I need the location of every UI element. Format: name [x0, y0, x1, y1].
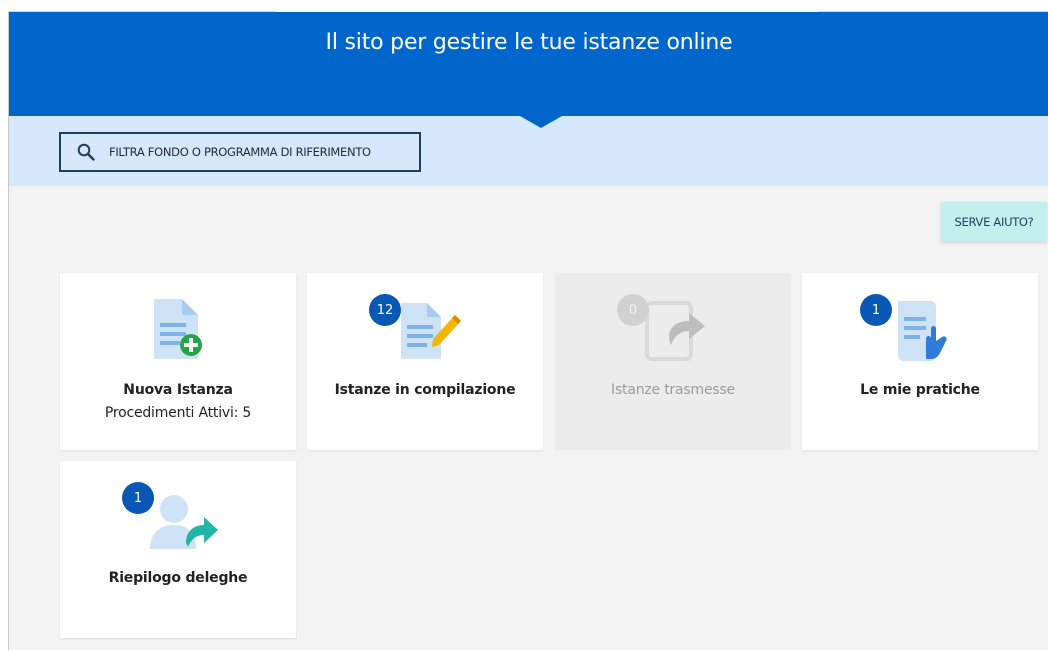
card-title: Istanze in compilazione [334, 382, 516, 398]
card-le-mie-pratiche[interactable]: 1 Le mie pratiche [802, 273, 1038, 450]
help-button[interactable]: SERVE AIUTO? [941, 202, 1047, 242]
card-nuova-istanza[interactable]: Nuova Istanza Procedimenti Attivi: 5 [60, 273, 296, 450]
card-title: Le mie pratiche [860, 382, 980, 398]
card-subtitle: Procedimenti Attivi: 5 [104, 405, 252, 421]
hero-banner: Il sito per gestire le tue istanze onlin… [9, 12, 1048, 116]
banner-notch [520, 116, 562, 128]
badge-count: 1 [860, 294, 892, 326]
filter-programme-button[interactable]: FILTRA FONDO O PROGRAMMA DI RIFERIMENTO [59, 132, 421, 172]
card-title: Nuova Istanza [123, 382, 233, 398]
badge-count: 1 [122, 482, 154, 514]
card-istanze-in-compilazione[interactable]: 12 Istanze in compilazione [307, 273, 543, 450]
badge-count: 12 [369, 294, 401, 326]
card-riepilogo-deleghe[interactable]: 1 Riepilogo deleghe [60, 461, 296, 638]
card-title: Istanze trasmesse [611, 382, 735, 398]
document-hand-icon [882, 293, 962, 365]
search-icon [77, 143, 95, 161]
filter-label: FILTRA FONDO O PROGRAMMA DI RIFERIMENTO [109, 145, 371, 159]
card-title: Riepilogo deleghe [108, 570, 248, 586]
card-istanze-trasmesse: 0 Istanze trasmesse [555, 273, 791, 450]
page-frame: Il sito per gestire le tue istanze onlin… [8, 12, 1048, 650]
document-add-icon [140, 293, 220, 365]
hero-title: Il sito per gestire le tue istanze onlin… [325, 30, 733, 55]
badge-count: 0 [617, 294, 649, 326]
